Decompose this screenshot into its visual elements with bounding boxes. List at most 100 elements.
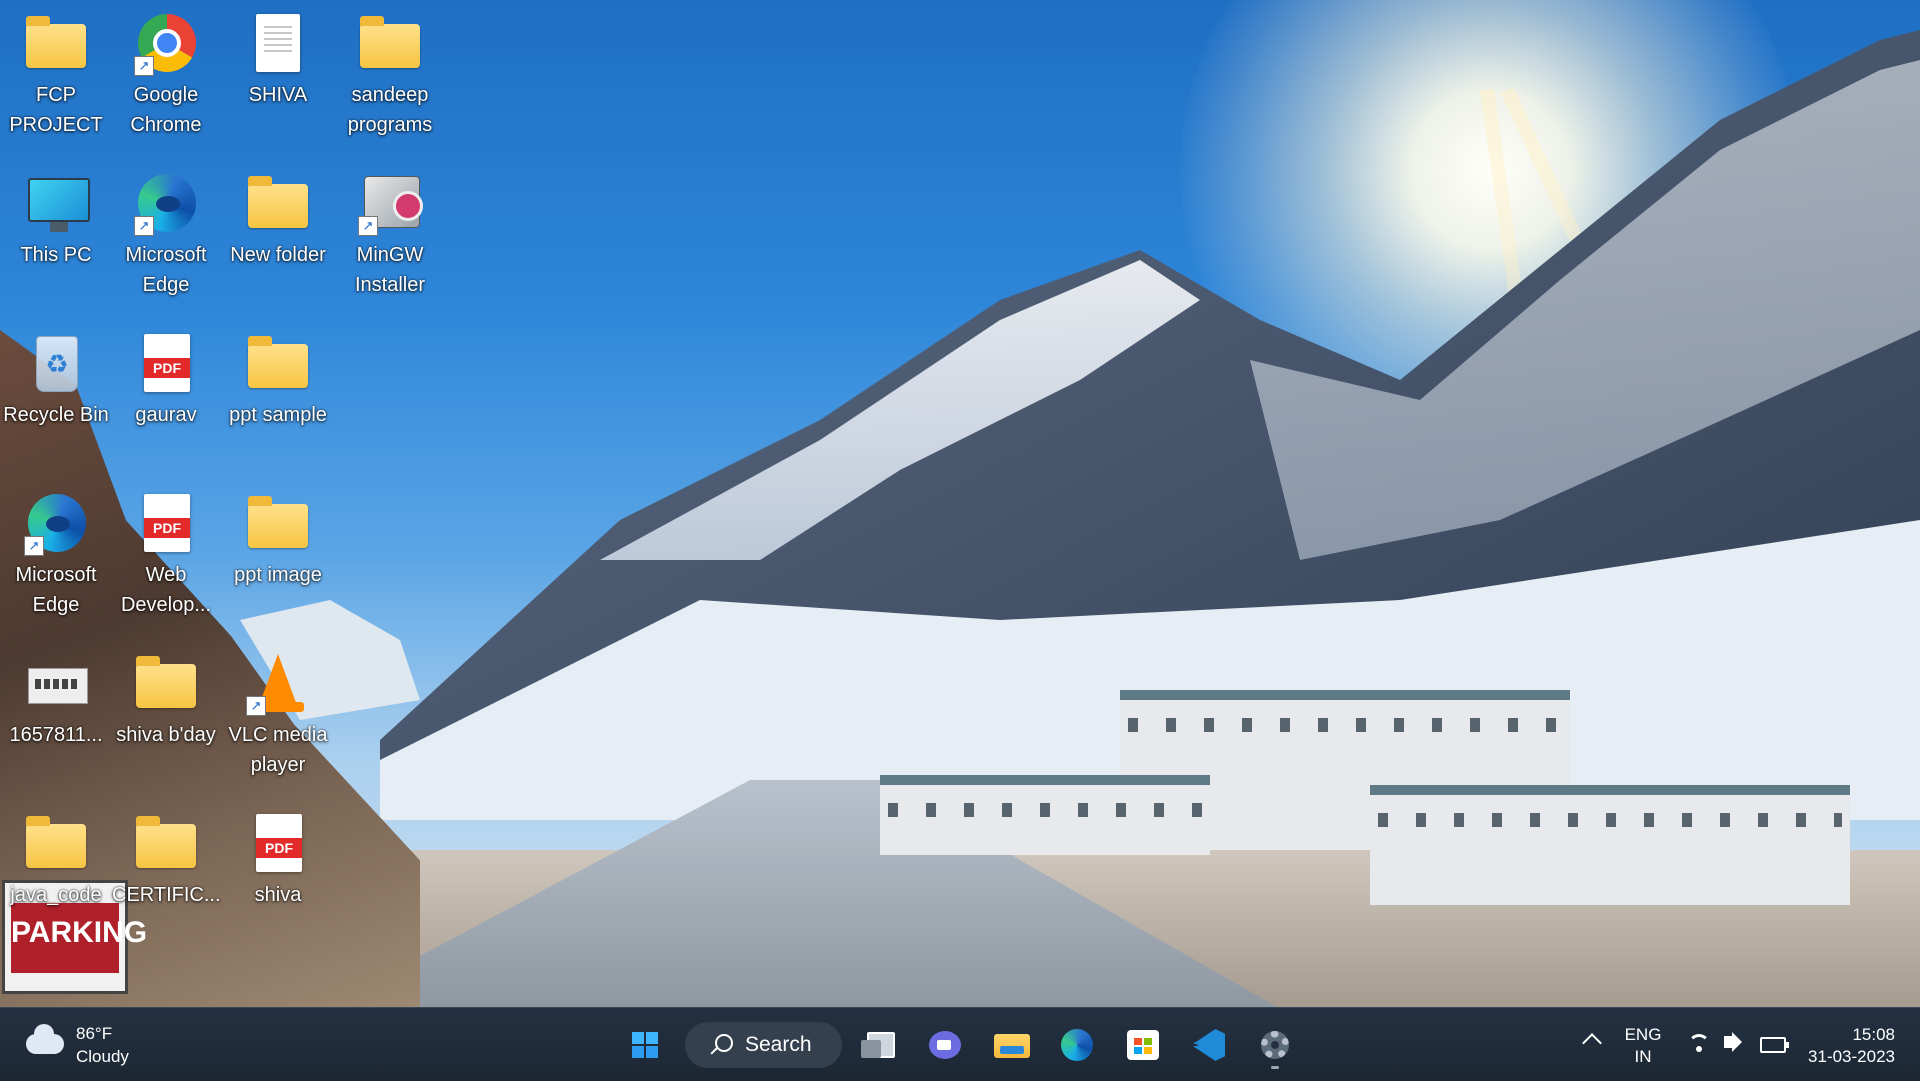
desktop-icon-label: FCP PROJECT: [9, 84, 103, 136]
parking-sign-text: PARKING: [11, 903, 147, 973]
desktop-icon-label: CERTIFIC...: [112, 884, 221, 906]
edge-icon: ↗: [24, 492, 88, 556]
clock-time: 15:08: [1852, 1025, 1895, 1044]
weather-temp: 86°F: [76, 1024, 113, 1043]
language-indicator[interactable]: ENG IN: [1623, 1024, 1663, 1068]
clock-date: 31-03-2023: [1808, 1047, 1895, 1066]
desktop-icon-label: gaurav: [135, 404, 197, 426]
desktop-icon-label: New folder: [230, 244, 326, 266]
desktop-icon-recycle-bin[interactable]: Recycle Bin: [2, 326, 110, 430]
desktop-icon-java-code[interactable]: java_code: [2, 806, 110, 910]
desktop-icon-this-pc[interactable]: This PC: [2, 166, 110, 270]
folder-icon: [24, 12, 88, 76]
vscode-button[interactable]: [1184, 1020, 1234, 1070]
desktop-icon-label: VLC media player: [228, 724, 328, 776]
task-view-icon: [861, 1032, 895, 1058]
vscode-icon: [1193, 1029, 1225, 1061]
desktop-icon-label: ppt sample: [229, 404, 327, 426]
weather-condition: Cloudy: [76, 1047, 129, 1066]
desktop-icon-label: This PC: [20, 244, 92, 266]
folder-icon: [246, 332, 310, 396]
desktop-icon-label: Recycle Bin: [3, 404, 109, 426]
desktop-icon-label: Web Develop...: [120, 564, 212, 616]
desktop-icon-vlc-media-player[interactable]: ↗ VLC media player: [224, 646, 332, 780]
volume-icon[interactable]: [1724, 1032, 1742, 1052]
desktop-icon-sandeep-programs[interactable]: sandeep programs: [336, 6, 444, 140]
desktop-icon-certific[interactable]: CERTIFIC...: [112, 806, 221, 910]
shortcut-arrow-icon: ↗: [134, 216, 154, 236]
chevron-up-icon[interactable]: [1582, 1033, 1602, 1053]
store-icon: [1127, 1030, 1159, 1060]
folder-icon: [246, 172, 310, 236]
desktop-icon-label: shiva: [254, 884, 302, 906]
language-code: ENG: [1624, 1025, 1662, 1044]
folder-icon: [246, 492, 310, 556]
search-button[interactable]: Search: [685, 1022, 842, 1068]
weather-text: 86°F Cloudy: [76, 1022, 129, 1068]
clock[interactable]: 15:08 31-03-2023: [1805, 1024, 1895, 1068]
edge-taskbar-button[interactable]: [1052, 1020, 1102, 1070]
cloud-icon: [26, 1024, 64, 1054]
teams-chat-button[interactable]: [920, 1020, 970, 1070]
desktop-icon-label: Google Chrome: [130, 84, 202, 136]
shortcut-arrow-icon: ↗: [24, 536, 44, 556]
settings-gear-icon: [1261, 1031, 1289, 1059]
task-view-button[interactable]: [855, 1020, 905, 1070]
pdf-icon: PDF: [134, 492, 198, 556]
wifi-icon[interactable]: [1688, 1034, 1710, 1056]
folder-icon: [134, 812, 198, 876]
folder-icon: [134, 652, 198, 716]
desktop-icon-label: Microsoft Edge: [125, 244, 207, 296]
file-explorer-button[interactable]: [986, 1020, 1036, 1070]
desktop-icon-shiva-bday[interactable]: shiva b'day: [112, 646, 220, 750]
image-thumbnail-icon: [24, 652, 88, 716]
desktop-icon-label: java_code: [10, 884, 102, 906]
desktop-icon-web-develop-pdf[interactable]: PDF Web Develop...: [112, 486, 220, 620]
language-region: IN: [1634, 1047, 1652, 1066]
folder-icon: [358, 12, 422, 76]
building: [880, 775, 1210, 855]
search-icon: [715, 1034, 733, 1052]
windows-start-icon: [632, 1032, 658, 1058]
desktop-icon-microsoft-edge[interactable]: ↗ Microsoft Edge: [112, 166, 220, 300]
microsoft-store-button[interactable]: [1118, 1020, 1168, 1070]
shortcut-arrow-icon: ↗: [246, 696, 266, 716]
shortcut-arrow-icon: ↗: [358, 216, 378, 236]
settings-button[interactable]: [1250, 1020, 1300, 1070]
running-indicator: [1271, 1066, 1279, 1069]
desktop-icon-microsoft-edge-2[interactable]: ↗ Microsoft Edge: [2, 486, 110, 620]
vlc-icon: ↗: [246, 652, 310, 716]
start-button[interactable]: [620, 1020, 670, 1070]
desktop-icon-new-folder[interactable]: New folder: [224, 166, 332, 270]
pdf-icon: PDF: [134, 332, 198, 396]
pdf-icon: PDF: [246, 812, 310, 876]
desktop-icon-1657811-image[interactable]: 1657811...: [2, 646, 110, 750]
desktop-icon-google-chrome[interactable]: ↗ Google Chrome: [112, 6, 220, 140]
edge-icon: [1061, 1029, 1093, 1061]
edge-icon: ↗: [134, 172, 198, 236]
desktop-icon-shiva-pdf[interactable]: PDF shiva: [224, 806, 332, 910]
installer-icon: ↗: [358, 172, 423, 236]
desktop-icon-ppt-sample[interactable]: ppt sample: [224, 326, 332, 430]
desktop-icon-label: 1657811...: [9, 724, 103, 746]
recycle-bin-icon: [24, 332, 88, 396]
monitor-icon: [24, 172, 90, 236]
desktop-icon-shiva-doc[interactable]: SHIVA: [224, 6, 332, 110]
desktop-icon-label: ppt image: [234, 564, 322, 586]
building: [1370, 785, 1850, 905]
desktop-icon-mingw-installer[interactable]: ↗ MinGW Installer: [336, 166, 444, 300]
desktop-icon-label: MinGW Installer: [354, 244, 426, 296]
chrome-icon: ↗: [134, 12, 198, 76]
shortcut-arrow-icon: ↗: [134, 56, 154, 76]
weather-widget[interactable]: 86°F Cloudy: [26, 1022, 166, 1068]
desktop-icon-fcp-project[interactable]: FCP PROJECT: [2, 6, 110, 140]
taskbar: 86°F Cloudy Search ENG IN 15:08 31-03-20…: [0, 1007, 1920, 1081]
desktop-icon-ppt-image[interactable]: ppt image: [224, 486, 332, 590]
teams-chat-icon: [929, 1031, 961, 1059]
search-label: Search: [745, 1033, 812, 1056]
battery-icon[interactable]: [1760, 1037, 1789, 1053]
desktop-icon-gaurav-pdf[interactable]: PDF gaurav: [112, 326, 220, 430]
desktop-icon-label: SHIVA: [248, 84, 308, 106]
desktop-icon-label: shiva b'day: [116, 724, 216, 746]
document-icon: [246, 12, 310, 76]
